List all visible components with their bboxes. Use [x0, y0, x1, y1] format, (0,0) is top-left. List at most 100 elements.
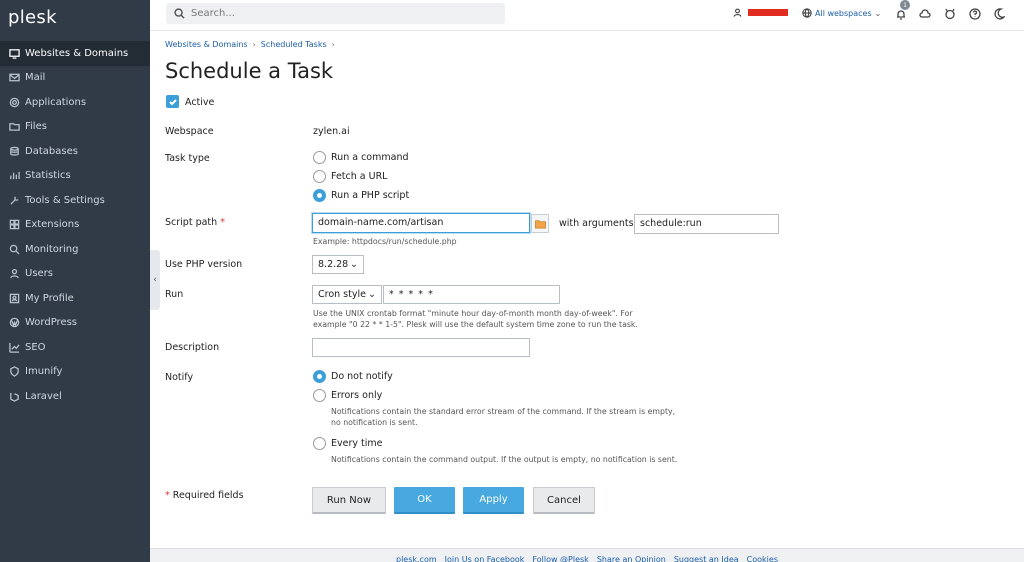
folder-icon	[534, 219, 546, 228]
required-mark: *	[220, 217, 225, 228]
script-path-label: Script path *	[165, 217, 225, 228]
monitor-icon	[8, 47, 20, 59]
user-menu[interactable]	[733, 8, 788, 17]
task-type-url-label: Fetch a URL	[331, 171, 388, 182]
breadcrumb-scheduled-tasks[interactable]: Scheduled Tasks	[261, 40, 327, 49]
required-mark: *	[165, 490, 170, 501]
errors-hint-line-2: no notification is sent.	[331, 418, 418, 427]
footer-link-follow[interactable]: Follow @Plesk	[532, 555, 588, 562]
description-input[interactable]	[312, 338, 530, 357]
description-label: Description	[165, 342, 220, 353]
sidebar-item-databases[interactable]: Databases	[0, 139, 150, 164]
user-icon	[733, 8, 742, 17]
wordpress-icon	[8, 317, 20, 329]
notify-every-label: Every time	[331, 438, 383, 449]
footer-link-idea[interactable]: Suggest an Idea	[674, 555, 739, 562]
run-now-button[interactable]: Run Now	[312, 487, 386, 514]
gear-icon	[8, 96, 20, 108]
active-label: Active	[185, 97, 215, 108]
sidebar-item-wordpress[interactable]: WordPress	[0, 311, 150, 336]
webspace-value: zylen.ai	[313, 126, 350, 137]
notification-count-badge: 1	[900, 0, 910, 10]
sidebar-item-statistics[interactable]: Statistics	[0, 164, 150, 189]
php-version-value: 8.2.28	[318, 259, 349, 270]
sidebar-item-imunify[interactable]: Imunify	[0, 360, 150, 385]
sidebar: plesk Websites & Domains Mail Applicatio…	[0, 0, 150, 562]
footer: plesk.com Join Us on Facebook Follow @Pl…	[150, 548, 1024, 562]
sidebar-item-mail[interactable]: Mail	[0, 66, 150, 91]
sidebar-item-seo[interactable]: SEO	[0, 335, 150, 360]
webspace-label: All webspaces	[815, 8, 872, 18]
sidebar-item-files[interactable]: Files	[0, 115, 150, 140]
sidebar-item-extensions[interactable]: Extensions	[0, 213, 150, 238]
sidebar-item-label: WordPress	[25, 317, 78, 329]
feedback-icon[interactable]	[944, 8, 956, 20]
notify-label: Notify	[165, 372, 194, 383]
script-path-label-text: Script path	[165, 217, 218, 228]
footer-link-plesk[interactable]: plesk.com	[396, 555, 437, 562]
profile-icon	[8, 292, 20, 304]
sidebar-item-label: Mail	[25, 72, 46, 84]
topbar: Search... All webspaces ⌄ 1	[150, 0, 1024, 31]
webspace-label: Webspace	[165, 126, 214, 137]
run-hint-line-1: Use the UNIX crontab format "minute hour…	[313, 309, 633, 318]
cancel-button[interactable]: Cancel	[533, 487, 595, 514]
notify-radio-none[interactable]	[313, 370, 326, 383]
sidebar-item-laravel[interactable]: Laravel	[0, 384, 150, 409]
run-mode-value: Cron style	[318, 289, 366, 300]
php-version-select[interactable]: 8.2.28 ⌄	[312, 255, 364, 274]
sidebar-item-applications[interactable]: Applications	[0, 90, 150, 115]
task-type-radio-url[interactable]	[313, 170, 326, 183]
chevron-down-icon: ⌄	[350, 259, 358, 270]
notify-radio-errors[interactable]	[313, 389, 326, 402]
shield-icon	[8, 366, 20, 378]
sidebar-item-monitoring[interactable]: Monitoring	[0, 237, 150, 262]
plesk-logo[interactable]: plesk	[8, 7, 57, 28]
sidebar-item-label: My Profile	[25, 292, 74, 304]
dark-mode-icon[interactable]	[993, 8, 1006, 20]
breadcrumb: Websites & Domains › Scheduled Tasks ›	[165, 40, 335, 49]
run-mode-select[interactable]: Cron style ⌄	[312, 285, 382, 304]
monitoring-icon	[8, 243, 20, 255]
redacted-username	[748, 9, 788, 16]
laravel-icon	[8, 390, 20, 402]
arguments-input[interactable]: schedule:run	[634, 214, 779, 234]
php-version-label: Use PHP version	[165, 259, 243, 270]
check-icon	[168, 98, 177, 105]
sidebar-collapse-handle[interactable]: ‹	[150, 250, 160, 310]
footer-link-cookies[interactable]: Cookies	[747, 555, 778, 562]
task-type-radio-php[interactable]	[313, 189, 326, 202]
task-type-label: Task type	[165, 153, 210, 164]
tools-icon	[8, 194, 20, 206]
sidebar-item-users[interactable]: Users	[0, 262, 150, 287]
database-icon	[8, 145, 20, 157]
browse-folder-button[interactable]	[531, 214, 549, 233]
footer-link-facebook[interactable]: Join Us on Facebook	[445, 555, 525, 562]
footer-link-opinion[interactable]: Share an Opinion	[597, 555, 666, 562]
sidebar-item-tools-settings[interactable]: Tools & Settings	[0, 188, 150, 213]
ok-button[interactable]: OK	[394, 487, 455, 514]
help-icon[interactable]	[969, 8, 981, 20]
active-checkbox[interactable]	[166, 95, 179, 108]
webspace-selector[interactable]: All webspaces ⌄	[802, 8, 881, 18]
sidebar-nav: Websites & Domains Mail Applications Fil…	[0, 41, 150, 409]
cron-input[interactable]: * * * * *	[383, 285, 560, 304]
breadcrumb-websites-domains[interactable]: Websites & Domains	[165, 40, 248, 49]
sidebar-item-my-profile[interactable]: My Profile	[0, 286, 150, 311]
script-path-input[interactable]: domain-name.com/artisan	[312, 213, 530, 233]
notify-radio-every[interactable]	[313, 437, 326, 450]
sidebar-item-websites-domains[interactable]: Websites & Domains	[0, 41, 150, 66]
globe-icon	[802, 8, 812, 18]
search-input[interactable]: Search...	[166, 3, 505, 24]
required-fields-note: * Required fields	[165, 490, 244, 501]
sidebar-item-label: Imunify	[25, 366, 63, 378]
sidebar-item-label: Files	[25, 121, 47, 133]
breadcrumb-separator: ›	[331, 40, 335, 49]
apply-button[interactable]: Apply	[463, 487, 524, 514]
required-fields-text: Required fields	[172, 490, 244, 501]
task-type-radio-command[interactable]	[313, 151, 326, 164]
sidebar-item-label: Websites & Domains	[25, 47, 129, 59]
breadcrumb-separator: ›	[252, 40, 256, 49]
cloud-icon[interactable]	[919, 8, 931, 20]
chart-icon	[8, 170, 20, 182]
